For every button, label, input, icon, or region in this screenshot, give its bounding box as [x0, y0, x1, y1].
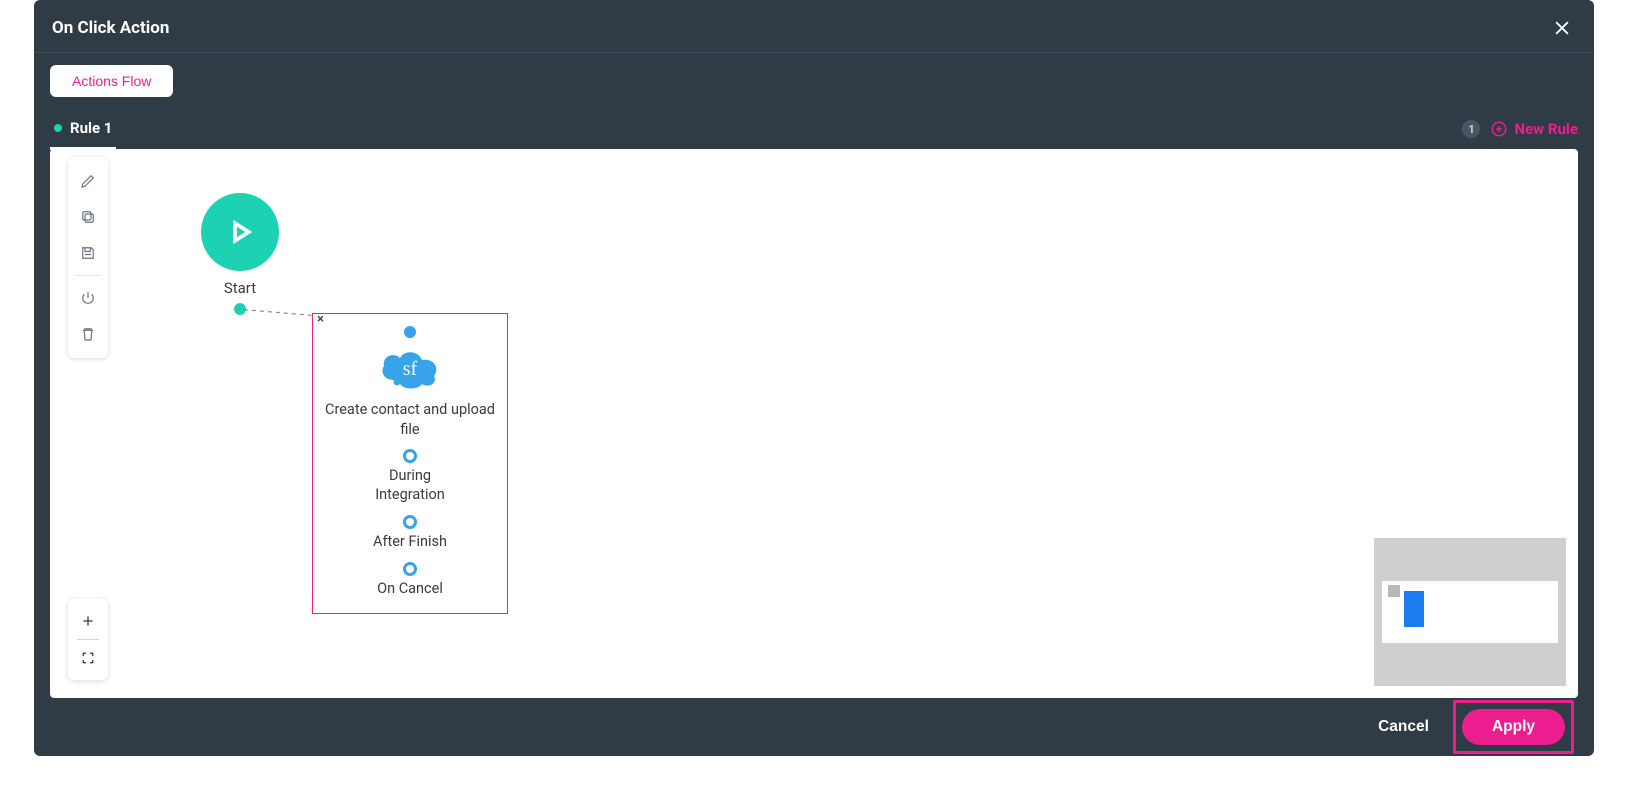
plus-icon — [80, 613, 96, 629]
close-icon — [1552, 18, 1572, 38]
modal-header: On Click Action — [34, 0, 1594, 53]
action-node[interactable]: × sf Create contact and upload file Duri… — [312, 313, 508, 614]
apply-button[interactable]: Apply — [1462, 709, 1565, 745]
delete-button[interactable] — [68, 316, 108, 352]
port-ring-icon — [403, 449, 417, 463]
power-icon — [79, 289, 97, 307]
remove-connection-button[interactable]: × — [317, 312, 324, 327]
save-icon — [79, 244, 97, 262]
cloud-text: sf — [403, 358, 418, 380]
cloud-icon-wrap: sf — [313, 342, 507, 394]
action-title: Create contact and upload file — [313, 400, 507, 439]
toolbar-separator — [75, 275, 101, 276]
on-click-action-modal: On Click Action Actions Flow Rule 1 1 Ne… — [34, 0, 1594, 756]
zoom-separator — [77, 639, 99, 640]
play-icon — [225, 217, 255, 247]
zoom-toolbar — [68, 599, 108, 680]
actions-flow-button[interactable]: Actions Flow — [50, 65, 173, 97]
sub-header: Actions Flow — [34, 53, 1594, 109]
canvas-area[interactable]: Start × sf Create contact and upload fil… — [50, 149, 1578, 698]
edit-button[interactable] — [68, 163, 108, 199]
port-after-finish[interactable]: After Finish — [313, 515, 507, 552]
plus-circle-icon — [1490, 120, 1508, 138]
minimap-start-node — [1388, 585, 1400, 597]
port-during-label: DuringIntegration — [313, 467, 507, 505]
minimap[interactable] — [1374, 538, 1566, 686]
start-output-port[interactable] — [234, 303, 246, 315]
tab-active-dot-icon — [54, 124, 62, 132]
power-button[interactable] — [68, 280, 108, 316]
modal-title: On Click Action — [52, 18, 169, 38]
port-ring-icon — [403, 515, 417, 529]
salesforce-cloud-icon: sf — [374, 342, 446, 390]
save-button[interactable] — [68, 235, 108, 271]
tab-bar-right: 1 New Rule — [1462, 120, 1578, 138]
new-rule-label: New Rule — [1514, 120, 1578, 138]
zoom-in-button[interactable] — [68, 605, 108, 637]
minimap-viewport — [1382, 581, 1558, 643]
tab-rule-1[interactable]: Rule 1 — [50, 109, 116, 150]
close-button[interactable] — [1548, 14, 1576, 42]
copy-button[interactable] — [68, 199, 108, 235]
new-rule-button[interactable]: New Rule — [1490, 120, 1578, 138]
info-badge[interactable]: 1 — [1462, 120, 1480, 138]
cancel-button[interactable]: Cancel — [1378, 718, 1429, 736]
minimap-action-node — [1404, 591, 1424, 627]
expand-icon — [80, 650, 96, 666]
start-label: Start — [200, 279, 280, 297]
trash-icon — [79, 325, 97, 343]
pencil-icon — [79, 172, 97, 190]
left-toolbar — [68, 157, 108, 358]
tab-bar: Rule 1 1 New Rule — [34, 109, 1594, 149]
port-on-cancel[interactable]: On Cancel — [313, 562, 507, 599]
modal-footer: Cancel Apply — [34, 698, 1594, 756]
copy-icon — [79, 208, 97, 226]
port-after-label: After Finish — [313, 533, 507, 552]
tab-label: Rule 1 — [70, 119, 112, 137]
port-cancel-label: On Cancel — [313, 580, 507, 599]
port-ring-icon — [403, 562, 417, 576]
fit-to-screen-button[interactable] — [68, 642, 108, 674]
apply-highlight: Apply — [1453, 700, 1574, 754]
start-node[interactable]: Start — [200, 193, 280, 315]
action-input-port[interactable] — [404, 326, 416, 338]
start-circle — [201, 193, 279, 271]
port-during-integration[interactable]: DuringIntegration — [313, 449, 507, 505]
